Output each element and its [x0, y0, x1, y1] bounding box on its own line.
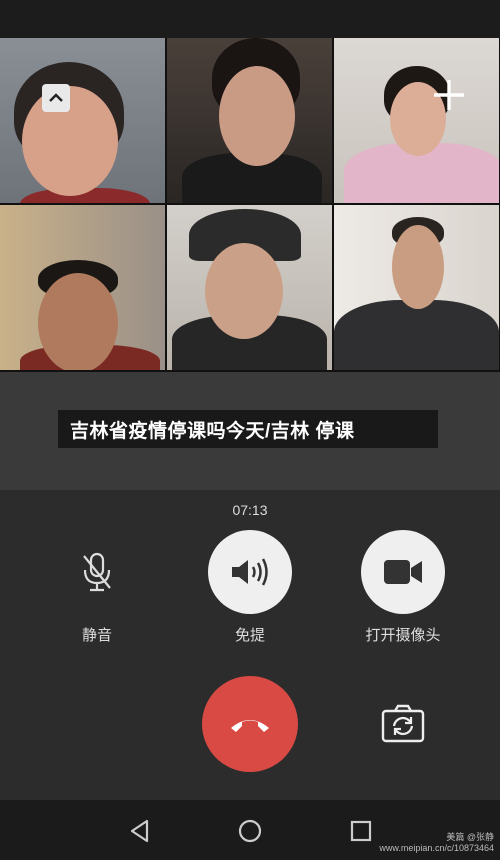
participant-video-6[interactable] [334, 205, 499, 370]
participant-video-3[interactable] [334, 38, 499, 203]
speaker-label: 免提 [234, 627, 265, 644]
camera-button[interactable]: 打开摄像头 [361, 530, 445, 645]
mute-label: 静音 [81, 627, 112, 644]
home-icon[interactable] [237, 818, 263, 844]
watermark-url: www.meipian.cn/c/10873464 [379, 843, 494, 853]
hangup-button[interactable] [202, 676, 298, 772]
video-grid [0, 38, 500, 372]
speaker-button[interactable]: 免提 [208, 530, 292, 645]
call-duration: 07:13 [232, 502, 268, 518]
video-camera-icon [384, 560, 422, 584]
back-icon[interactable] [127, 818, 153, 844]
plus-icon[interactable] [432, 78, 466, 112]
participant-video-2[interactable] [167, 38, 332, 203]
chevron-up-icon [49, 93, 63, 102]
status-bar [0, 0, 500, 38]
hangup-icon [231, 720, 269, 732]
speaker-icon [232, 558, 268, 586]
caption-text: 吉林省疫情停课吗今天/吉林 停课 [70, 420, 355, 442]
participant-video-5[interactable] [167, 205, 332, 370]
switch-camera-icon[interactable] [380, 704, 426, 744]
watermark-author: 美篇 @张静 [446, 832, 494, 842]
watermark: 美篇 @张静 www.meipian.cn/c/10873464 [379, 832, 494, 854]
recents-icon[interactable] [348, 818, 374, 844]
participant-video-1[interactable] [0, 38, 165, 203]
collapse-button[interactable] [42, 84, 70, 112]
mute-button[interactable]: 静音 [55, 530, 139, 645]
caption-overlay: 吉林省疫情停课吗今天/吉林 停课 [58, 410, 438, 448]
participant-video-4[interactable] [0, 205, 165, 370]
mic-off-icon [83, 552, 111, 592]
camera-label: 打开摄像头 [365, 627, 441, 644]
